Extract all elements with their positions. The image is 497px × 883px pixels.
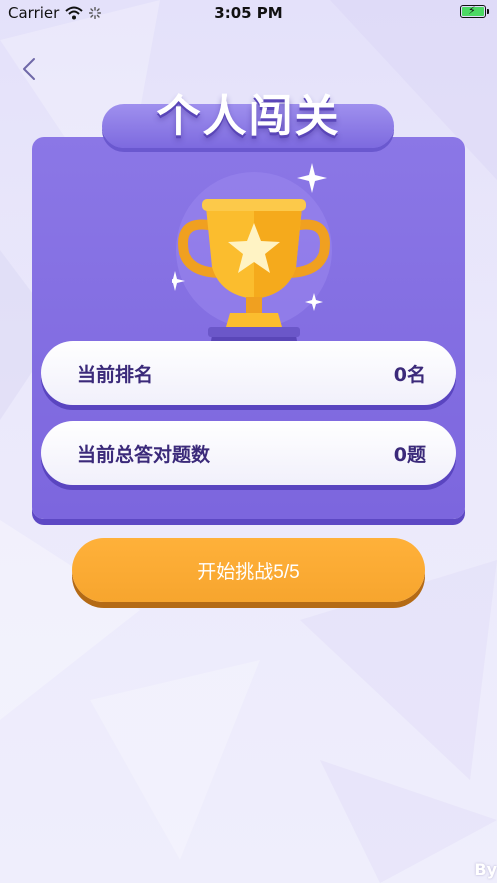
stat-value-correct-count: 0题: [393, 443, 426, 466]
status-time: 3:05 PM: [214, 4, 283, 22]
stat-row-rank: 当前排名 0名: [41, 341, 456, 405]
stat-value-rank: 0名: [393, 363, 426, 386]
stat-label-correct-count: 当前总答对题数: [77, 443, 211, 466]
page-title: 个人闯关: [156, 91, 341, 142]
stat-row-correct-count: 当前总答对题数 0题: [41, 421, 456, 485]
stat-label-rank: 当前排名: [77, 363, 154, 386]
corner-watermark-text: By: [474, 860, 497, 879]
stats-card: 当前排名 0名 当前总答对题数 0题: [32, 137, 465, 519]
status-bar: Carrier 3:05 PM ⚡: [0, 0, 497, 26]
battery-icon: ⚡: [460, 4, 489, 18]
start-challenge-button[interactable]: 开始挑战5/5: [72, 538, 425, 602]
trophy-icon: [172, 163, 332, 360]
back-button[interactable]: [14, 54, 44, 84]
chevron-left-icon: [23, 58, 35, 80]
